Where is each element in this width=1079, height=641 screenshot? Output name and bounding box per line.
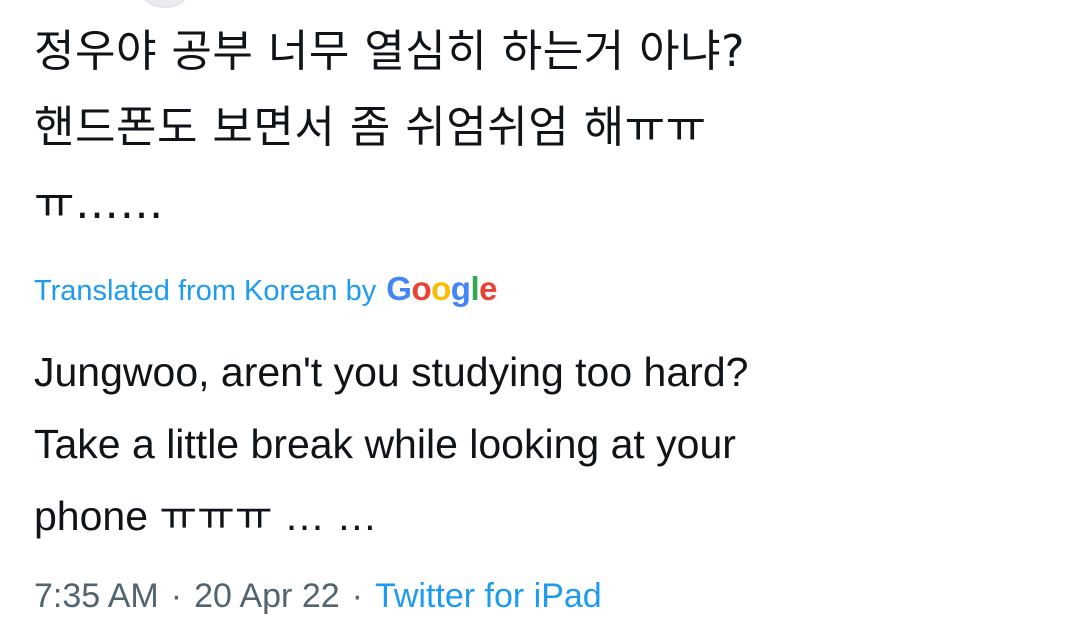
tweet-time[interactable]: 7:35 AM (34, 577, 159, 616)
tweet-date[interactable]: 20 Apr 22 (194, 577, 340, 616)
google-logo-letters: Google (386, 270, 497, 308)
separator-dot: · (170, 577, 183, 615)
google-logo-letter: e (479, 270, 497, 307)
google-logo[interactable]: Google (386, 270, 497, 308)
google-logo-letter: o (431, 270, 451, 307)
google-logo-letter: g (450, 270, 471, 307)
translation-attribution: Translated from Korean by Google (34, 270, 497, 308)
tweet-original-text: 정우야 공부 너무 열심히 하는거 아냐? 핸드폰도 보면서 좀 쉬엄쉬엄 해ㅠ… (34, 26, 745, 229)
google-logo-letter: G (386, 270, 412, 307)
separator-dot: · (351, 577, 363, 615)
google-logo-letter: o (411, 270, 432, 307)
avatar[interactable] (142, 0, 188, 8)
translated-from-label[interactable]: Translated from Korean by (34, 275, 376, 308)
tweet-source-link[interactable]: Twitter for iPad (375, 577, 602, 616)
google-logo-letter: l (470, 270, 480, 307)
tweet-metadata: 7:35 AM · 20 Apr 22 · Twitter for iPad (34, 577, 602, 616)
tweet-translated-text: Jungwoo, aren't you studying too hard? T… (34, 349, 749, 539)
